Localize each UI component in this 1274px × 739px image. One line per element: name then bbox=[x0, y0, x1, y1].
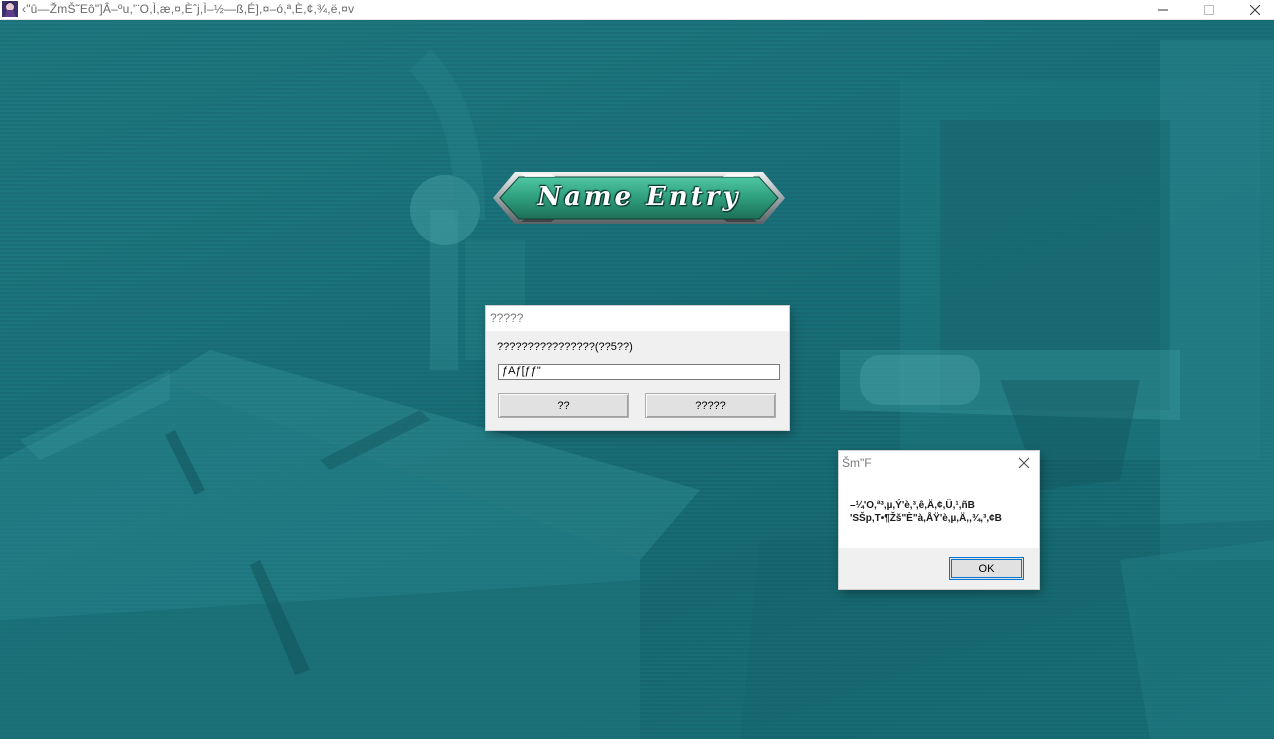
close-icon[interactable] bbox=[1017, 456, 1031, 470]
message-text-line-2: 'SŠp,T•¶Žš"È"à,ÅŸ'è,µ,Ä,­,¾,³,¢B bbox=[850, 513, 1002, 524]
message-box-title: Šm"F bbox=[842, 456, 872, 470]
maximize-icon bbox=[1204, 4, 1214, 15]
app-icon bbox=[2, 1, 18, 17]
window-title-bar: ‹"û—ŽmŠ˜Eô"]Â–ºu,'¨O,Ì,æ,¤,Èˆj,Ì–½—ß,É],… bbox=[0, 0, 1274, 20]
cancel-button[interactable]: ????? bbox=[645, 393, 776, 418]
message-ok-button[interactable]: OK bbox=[949, 557, 1024, 580]
minimize-icon bbox=[1158, 9, 1168, 10]
window-title: ‹"û—ŽmŠ˜Eô"]Â–ºu,'¨O,Ì,æ,¤,Èˆj,Ì–½—ß,É],… bbox=[22, 2, 355, 16]
name-prompt-label: ????????????????(??5??) bbox=[497, 341, 633, 353]
name-entry-banner: Name Entry bbox=[491, 170, 787, 226]
confirmation-message-box: Šm"F –¼'O,ª³,µ,­Ý'è,³,ê,Ä,¢,Ü,¹,ñB 'SŠp,… bbox=[839, 451, 1039, 589]
close-icon bbox=[1250, 4, 1260, 15]
close-button[interactable] bbox=[1232, 0, 1274, 19]
ok-button[interactable]: ?? bbox=[498, 393, 629, 418]
minimize-button[interactable] bbox=[1140, 0, 1186, 19]
name-input-field[interactable]: ƒAƒ[ƒƒ" bbox=[498, 364, 780, 380]
name-input-dialog: ????? ????????????????(??5??) ƒAƒ[ƒƒ" ??… bbox=[486, 306, 789, 430]
message-box-title-bar: Šm"F bbox=[839, 451, 1039, 475]
dialog-title: ????? bbox=[490, 311, 524, 325]
maximize-button[interactable] bbox=[1186, 0, 1232, 19]
banner-title: Name Entry bbox=[537, 182, 741, 212]
message-body: –¼'O,ª³,µ,­Ý'è,³,ê,Ä,¢,Ü,¹,ñB 'SŠp,T•¶Žš… bbox=[839, 475, 1039, 548]
dialog-title-bar: ????? bbox=[486, 306, 789, 331]
message-text-line-1: –¼'O,ª³,µ,­Ý'è,³,ê,Ä,¢,Ü,¹,ñB bbox=[850, 500, 975, 511]
